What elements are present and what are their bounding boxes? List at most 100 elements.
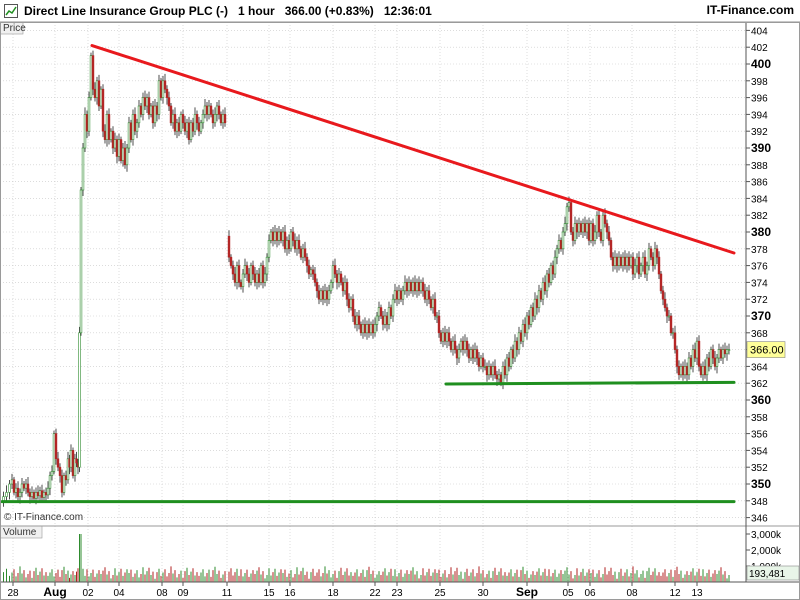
candle-body	[485, 366, 489, 376]
candle-body	[519, 332, 523, 342]
candle-body	[187, 122, 191, 140]
candle-body	[501, 366, 505, 384]
candle-body	[115, 139, 119, 157]
candle-body	[669, 315, 673, 334]
candle-body	[81, 147, 85, 191]
candle-body	[307, 265, 311, 275]
candle-body	[149, 105, 153, 115]
y-tick-label: 400	[751, 57, 771, 71]
candle-body	[155, 105, 159, 115]
candle-body	[633, 265, 637, 275]
candle-body	[493, 366, 497, 376]
candle-body	[359, 324, 363, 334]
support-trendline	[444, 380, 736, 386]
candle-body	[281, 231, 285, 241]
candle-body	[385, 315, 389, 325]
y-tick-label: 360	[751, 393, 771, 407]
candle-body	[24, 483, 28, 489]
candle-body	[717, 349, 721, 359]
candle-body	[459, 340, 463, 350]
candle-body	[635, 256, 639, 266]
candle-body	[191, 122, 195, 132]
candle-body	[337, 273, 341, 283]
candle-body	[367, 324, 371, 334]
y-tick-label: 364	[751, 362, 768, 373]
candle-body	[431, 298, 435, 308]
symbol-name: Direct Line Insurance Group PLC (-)	[24, 3, 229, 18]
candle-body	[89, 55, 93, 98]
candle-body	[179, 114, 183, 132]
x-tick-label: Sep	[516, 585, 538, 599]
candle-body	[145, 97, 149, 107]
x-tick-label: 06	[584, 588, 596, 599]
price-chart[interactable]: Price 3463483503523543563583603623643663…	[0, 22, 800, 600]
candle-body	[163, 80, 167, 90]
candle-body	[435, 315, 439, 318]
candle-body	[661, 290, 665, 300]
candle-body	[141, 97, 145, 115]
candle-body	[16, 487, 20, 497]
candle-body	[327, 290, 331, 300]
volume-bars	[3, 534, 730, 582]
candle-body	[557, 240, 561, 250]
candle-body	[159, 80, 163, 98]
candle-body	[54, 433, 58, 460]
candle-body	[495, 374, 499, 380]
candle-body	[325, 290, 329, 300]
candle-body	[541, 282, 545, 300]
candle-body	[409, 282, 413, 292]
candle-body	[461, 340, 465, 350]
candle-body	[279, 231, 283, 241]
candle-body	[36, 492, 40, 497]
candle-body	[127, 122, 131, 149]
candle-body	[205, 105, 209, 115]
candle-body	[527, 315, 531, 325]
candle-body	[291, 231, 295, 241]
candle-body	[189, 122, 193, 140]
candle-body	[295, 240, 299, 250]
y-tick-label: 396	[751, 94, 768, 105]
x-tick-label: 02	[82, 588, 94, 599]
candle-body	[269, 231, 273, 241]
candle-body	[723, 349, 727, 355]
candle-body	[597, 214, 601, 233]
candle-body	[645, 265, 649, 275]
candle-body	[443, 332, 447, 342]
x-tick-label: 25	[434, 588, 446, 599]
x-tick-label: 30	[477, 588, 489, 599]
candle-body	[259, 265, 263, 283]
candle-body	[417, 282, 421, 292]
candle-body	[22, 483, 26, 489]
candle-body	[499, 374, 503, 384]
candle-body	[397, 290, 401, 300]
candle-body	[401, 290, 405, 300]
candle-body	[515, 340, 519, 350]
x-tick-label: 11	[222, 588, 233, 599]
candle-body	[579, 223, 583, 233]
candle-body	[331, 265, 335, 283]
y-tick-label: 388	[751, 161, 768, 172]
y-tick-label: 392	[751, 127, 768, 138]
candle-body	[301, 248, 305, 258]
y-tick-label: 376	[751, 262, 768, 273]
candle-body	[75, 458, 78, 464]
candle-body	[481, 357, 485, 367]
candle-body	[681, 366, 685, 376]
candle-body	[271, 231, 275, 241]
candle-body	[483, 366, 487, 368]
candle-body	[667, 315, 671, 318]
candle-body	[613, 256, 617, 266]
candle-body	[265, 256, 269, 275]
candle-body	[119, 139, 123, 161]
candle-body	[503, 366, 507, 376]
candle-body	[505, 357, 509, 376]
candle-body	[629, 256, 633, 266]
candle-body	[177, 122, 181, 132]
candle-body	[183, 122, 187, 132]
candle-body	[111, 130, 115, 149]
candle-body	[20, 483, 24, 493]
candle-body	[195, 114, 199, 124]
y-tick-label: 374	[751, 278, 768, 289]
candle-body	[451, 340, 455, 350]
candle-body	[153, 105, 157, 124]
